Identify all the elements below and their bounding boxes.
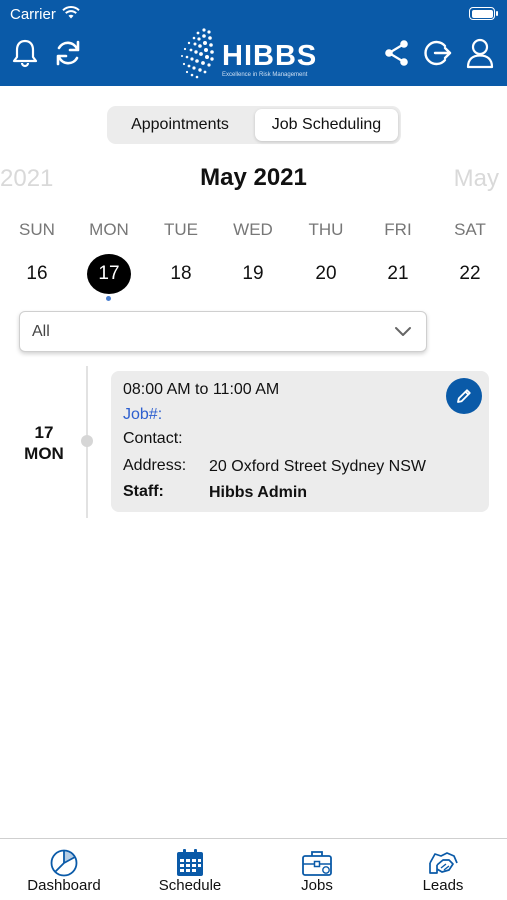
tab-label: Dashboard xyxy=(27,877,101,894)
job-number-link[interactable]: Job#: xyxy=(123,406,162,424)
pencil-icon xyxy=(457,389,471,403)
tab-label: Jobs xyxy=(301,877,333,894)
bell-icon[interactable] xyxy=(9,36,41,70)
tab-dashboard[interactable]: Dashboard xyxy=(4,845,124,900)
briefcase-icon xyxy=(301,847,333,879)
next-month-label[interactable]: May xyxy=(454,165,499,193)
tab-jobs[interactable]: Jobs xyxy=(257,845,377,900)
hibbs-logo: HIBBS Excellence in Risk Management xyxy=(172,26,332,82)
carrier-label: Carrier xyxy=(10,6,56,23)
contact-label: Contact: xyxy=(123,430,183,447)
filter-value: All xyxy=(32,323,50,340)
chevron-down-icon xyxy=(394,325,412,343)
logo-tagline: Excellence in Risk Management xyxy=(222,72,308,78)
timeline-date-weekday: MON xyxy=(24,444,64,463)
date-cell-selected[interactable]: 17 xyxy=(87,254,131,294)
timeline-dot xyxy=(81,435,93,447)
date-cell[interactable]: 19 xyxy=(231,254,275,294)
job-time: 08:00 AM to 11:00 AM xyxy=(123,381,280,398)
logo-text: HIBBS xyxy=(222,40,318,72)
view-segment-control: Appointments Job Scheduling xyxy=(107,106,401,144)
app-header: Carrier HIBBS Excellence in Risk Managem… xyxy=(0,0,507,86)
weekday-label: TUE xyxy=(164,220,198,239)
timeline-date: 17 MON xyxy=(14,422,74,464)
pie-chart-icon xyxy=(48,847,80,879)
edit-button[interactable] xyxy=(446,378,482,414)
current-month-label: May 2021 xyxy=(200,164,307,191)
battery-icon xyxy=(469,7,498,20)
tab-label: Schedule xyxy=(158,877,222,894)
address-value: 20 Oxford Street Sydney NSW xyxy=(209,458,426,475)
wifi-icon xyxy=(62,6,80,25)
staff-label: Staff: xyxy=(123,483,164,500)
weekday-label: MON xyxy=(89,220,129,239)
date-cell[interactable]: 21 xyxy=(376,254,420,294)
job-card[interactable]: 08:00 AM to 11:00 AM Job#: Contact: Addr… xyxy=(111,371,489,512)
weekday-label: SAT xyxy=(454,220,486,239)
logout-icon[interactable] xyxy=(422,36,454,70)
timeline-date-day: 17 xyxy=(34,423,54,442)
bottom-tab-bar: Dashboard Schedule Jobs Leads xyxy=(0,838,507,900)
filter-dropdown[interactable]: All xyxy=(19,311,427,352)
status-bar: Carrier xyxy=(0,0,507,28)
segment-job-scheduling[interactable]: Job Scheduling xyxy=(255,109,398,141)
event-indicator-dot xyxy=(106,296,111,301)
weekday-label: SUN xyxy=(19,220,55,239)
handshake-icon xyxy=(427,847,459,879)
share-icon[interactable] xyxy=(381,36,413,70)
weekday-label: THU xyxy=(308,220,344,239)
tab-leads[interactable]: Leads xyxy=(383,845,503,900)
staff-value: Hibbs Admin xyxy=(209,484,308,501)
date-cell[interactable]: 20 xyxy=(304,254,348,294)
weekday-label: FRI xyxy=(384,220,412,239)
calendar-icon xyxy=(174,847,206,879)
date-cell[interactable]: 18 xyxy=(159,254,203,294)
weekday-label: WED xyxy=(233,220,273,239)
segment-appointments[interactable]: Appointments xyxy=(110,109,250,141)
tab-label: Leads xyxy=(422,877,464,894)
address-label: Address: xyxy=(123,457,187,474)
date-cell[interactable]: 22 xyxy=(448,254,492,294)
profile-icon[interactable] xyxy=(464,36,496,70)
tab-schedule[interactable]: Schedule xyxy=(130,845,250,900)
refresh-icon[interactable] xyxy=(52,36,84,70)
date-cell[interactable]: 16 xyxy=(15,254,59,294)
